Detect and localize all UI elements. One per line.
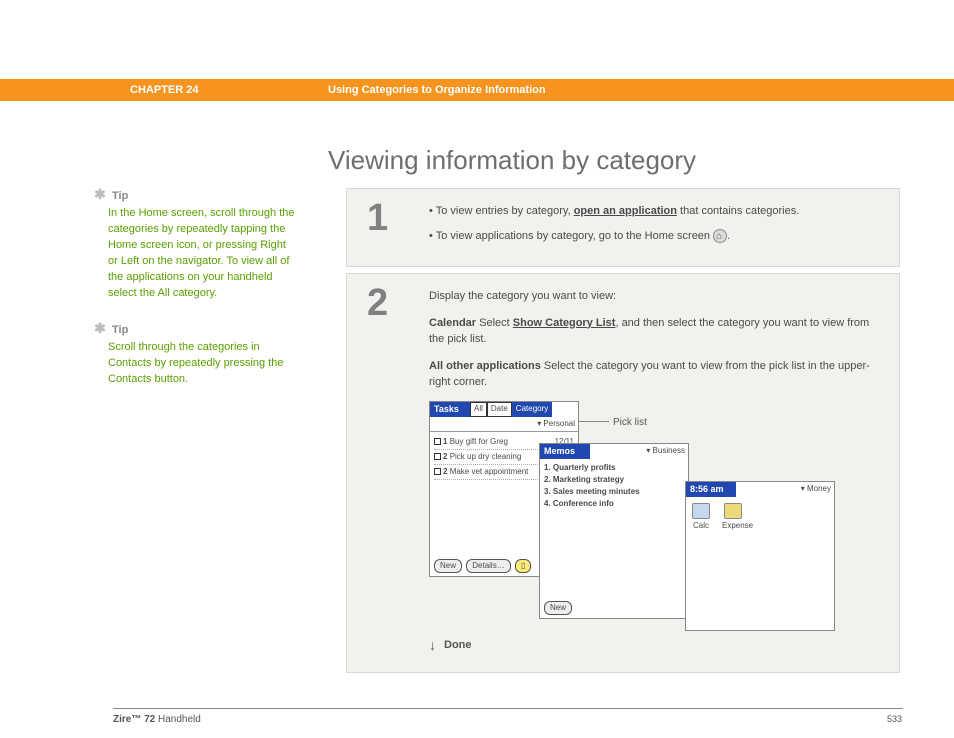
tasks-title: Tasks (430, 402, 470, 418)
callout-line (579, 421, 609, 422)
page-number: 533 (887, 714, 902, 724)
text: To view entries by category, (436, 205, 574, 217)
step-number: 1 (367, 199, 395, 252)
tip-icon: ✱ (94, 320, 106, 337)
tip-block: ✱ Tip In the Home screen, scroll through… (108, 186, 298, 302)
text: that contains categories. (677, 205, 799, 217)
memos-screenshot: Memos ▾ Business 1. Quarterly profits 2.… (539, 443, 689, 619)
tip-label: Tip (112, 190, 128, 202)
step-intro: Display the category you want to view: (429, 288, 879, 305)
memo-item: 2. Marketing strategy (544, 474, 684, 486)
other-apps-label: All other applications (429, 360, 541, 372)
tab-all: All (470, 402, 487, 418)
calc-app-icon: Calc (690, 503, 712, 532)
text: To view applications by category, go to … (436, 230, 713, 242)
tip-icon: ✱ (94, 186, 106, 203)
home-icon (713, 229, 727, 243)
home-time: 8:56 am (686, 482, 736, 498)
tip-label: Tip (112, 324, 128, 336)
show-category-list-link[interactable]: Show Category List (513, 317, 616, 329)
picklist-callout: Pick list (613, 415, 647, 430)
new-button: New (434, 559, 462, 573)
step-1: 1 • To view entries by category, open an… (346, 188, 900, 267)
tip-body: In the Home screen, scroll through the c… (108, 206, 298, 302)
step-content: • To view entries by category, open an a… (429, 199, 879, 252)
tip-body: Scroll through the categories in Contact… (108, 340, 298, 388)
step-number: 2 (367, 284, 395, 656)
note-button: ▯ (515, 559, 531, 573)
tasks-picklist: ▾ Personal (430, 417, 578, 432)
done-label: Done (444, 637, 472, 654)
home-picklist: ▾ Money (736, 482, 834, 498)
tab-category: Category (512, 402, 552, 418)
memo-item: 4. Conference info (544, 498, 684, 510)
done-indicator: ↓ Done (429, 635, 879, 656)
tip-block: ✱ Tip Scroll through the categories in C… (108, 320, 298, 388)
text: . (727, 230, 730, 242)
tips-sidebar: ✱ Tip In the Home screen, scroll through… (108, 186, 298, 405)
steps-container: 1 • To view entries by category, open an… (346, 188, 900, 679)
footer-product: Zire™ 72 Handheld (113, 714, 201, 725)
new-button: New (544, 601, 572, 615)
page-title: Viewing information by category (328, 145, 696, 176)
step-2: 2 Display the category you want to view:… (346, 273, 900, 673)
expense-app-icon: Expense (722, 503, 744, 532)
chapter-number: CHAPTER 24 (130, 84, 198, 96)
text: Select (476, 317, 513, 329)
calendar-label: Calendar (429, 317, 476, 329)
tab-date: Date (487, 402, 512, 418)
open-application-link[interactable]: open an application (574, 205, 677, 217)
chapter-title: Using Categories to Organize Information (328, 84, 546, 96)
details-button: Details… (466, 559, 510, 573)
memo-item: 3. Sales meeting minutes (544, 486, 684, 498)
memos-picklist: ▾ Business (590, 444, 688, 460)
home-screenshot: 8:56 am ▾ Money Calc Expense (685, 481, 835, 631)
chapter-header: CHAPTER 24 Using Categories to Organize … (0, 79, 954, 101)
down-arrow-icon: ↓ (429, 635, 436, 656)
memo-item: 1. Quarterly profits (544, 462, 684, 474)
memos-title: Memos (540, 444, 590, 460)
footer-rule (113, 708, 903, 709)
screenshot-group: Tasks All Date Category ▾ Personal 1 Buy… (429, 401, 879, 631)
step-content: Display the category you want to view: C… (429, 284, 879, 656)
